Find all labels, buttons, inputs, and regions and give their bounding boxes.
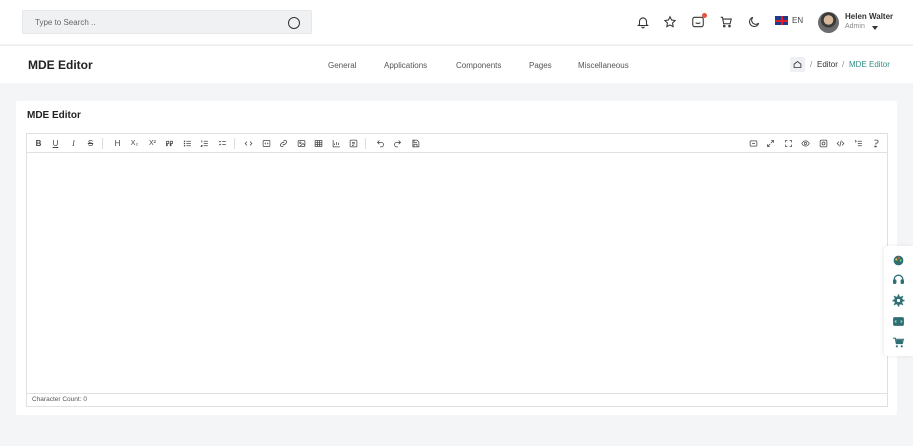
redo-button[interactable]: [392, 138, 403, 149]
character-count-label: Character Count:: [32, 396, 82, 403]
menu-item-pages[interactable]: Pages: [529, 61, 552, 70]
code-icon: [244, 141, 253, 146]
split-view-icon: [749, 140, 758, 147]
preview-mode-button[interactable]: [748, 138, 759, 149]
image-icon: [297, 140, 306, 147]
bullet-list-button[interactable]: [182, 138, 193, 149]
cart-icon[interactable]: [719, 15, 733, 29]
menu-item-general[interactable]: General: [328, 61, 356, 70]
breadcrumb-home[interactable]: [790, 57, 805, 72]
source-button[interactable]: [835, 138, 846, 149]
code-window-icon[interactable]: [892, 315, 905, 328]
table-button[interactable]: [313, 138, 324, 149]
bold-button[interactable]: B: [33, 138, 44, 149]
moon-icon[interactable]: [747, 15, 761, 29]
quote-button[interactable]: [164, 138, 175, 149]
undo-icon: [376, 140, 384, 148]
search-box[interactable]: [22, 10, 312, 34]
language-selector[interactable]: EN: [775, 16, 803, 25]
markdown-editor: B U I S H X₂ X² Character Count: 0: [26, 133, 888, 407]
search-icon[interactable]: [288, 17, 300, 29]
embed-icon: [349, 139, 358, 148]
search-input[interactable]: [35, 17, 275, 27]
superscript-button[interactable]: X²: [147, 138, 158, 149]
undo-button[interactable]: [375, 138, 386, 149]
toc-button[interactable]: [853, 138, 864, 149]
breadcrumb-parent[interactable]: Editor: [817, 60, 838, 69]
nav-bar: MDE Editor General Applications Componen…: [0, 45, 913, 83]
save-icon: [412, 139, 420, 148]
code-block-button[interactable]: [261, 138, 272, 149]
source-code-icon: [836, 140, 845, 147]
color-palette-icon[interactable]: [892, 254, 905, 267]
table-icon: [314, 140, 323, 147]
chevron-down-icon[interactable]: [872, 26, 878, 30]
toolbar-divider: [365, 138, 366, 149]
toolbar-divider: [102, 138, 103, 149]
gear-icon[interactable]: [892, 294, 905, 307]
ordered-list-icon: [200, 140, 208, 147]
chart-button[interactable]: [331, 138, 342, 149]
inline-code-button[interactable]: [243, 138, 254, 149]
italic-button[interactable]: I: [68, 138, 79, 149]
quote-icon: [166, 140, 173, 147]
theme-icon: [819, 139, 828, 148]
menu-item-applications[interactable]: Applications: [384, 61, 427, 70]
top-bar: EN Helen Walter Admin: [0, 0, 913, 44]
avatar[interactable]: [818, 12, 839, 33]
bullet-list-icon: [183, 140, 191, 147]
message-icon[interactable]: [691, 13, 707, 29]
editor-text-area[interactable]: [27, 153, 887, 393]
breadcrumb-separator: /: [810, 60, 813, 69]
toolbar-divider: [234, 138, 235, 149]
expand-icon: [767, 140, 774, 147]
chart-icon: [332, 140, 340, 148]
heading-button[interactable]: H: [112, 138, 123, 149]
user-role: Admin: [845, 23, 865, 30]
checklist-icon: [218, 140, 226, 146]
link-button[interactable]: [278, 138, 289, 149]
embed-button[interactable]: [348, 138, 359, 149]
star-icon[interactable]: [663, 15, 677, 29]
code-block-icon: [262, 140, 271, 147]
notification-badge: [702, 13, 707, 18]
character-count-value: 0: [83, 396, 87, 403]
breadcrumb-separator: /: [842, 60, 845, 69]
card-title: MDE Editor: [27, 110, 81, 121]
expand-button[interactable]: [765, 138, 776, 149]
editor-card: MDE Editor B U I S H X₂ X² Character Cou…: [16, 101, 897, 415]
underline-button[interactable]: U: [50, 138, 61, 149]
preview-button[interactable]: [800, 138, 811, 149]
menu-item-miscellaneous[interactable]: Miscellaneous: [578, 61, 629, 70]
help-button[interactable]: [870, 138, 881, 149]
theme-button[interactable]: [818, 138, 829, 149]
editor-toolbar: B U I S H X₂ X²: [27, 134, 887, 153]
image-button[interactable]: [296, 138, 307, 149]
eye-icon: [801, 140, 810, 147]
link-icon: [280, 140, 287, 147]
fullscreen-icon: [785, 140, 792, 147]
subscript-button[interactable]: X₂: [129, 138, 140, 149]
uk-flag-icon: [775, 16, 788, 25]
brand-logo[interactable]: MDE Editor: [28, 58, 93, 72]
save-button[interactable]: [410, 138, 421, 149]
editor-status-bar: Character Count: 0: [27, 393, 887, 406]
task-list-button[interactable]: [217, 138, 228, 149]
bell-icon[interactable]: [636, 15, 650, 29]
strikethrough-button[interactable]: S: [85, 138, 96, 149]
language-label: EN: [792, 16, 804, 25]
user-name[interactable]: Helen Walter: [845, 12, 893, 21]
home-icon: [793, 60, 802, 68]
headset-icon[interactable]: [892, 273, 905, 286]
side-panel: [884, 246, 913, 356]
breadcrumb-current: MDE Editor: [849, 60, 890, 69]
menu-item-components[interactable]: Components: [456, 61, 501, 70]
toc-icon: [854, 139, 862, 147]
shopping-cart-icon[interactable]: [892, 336, 905, 349]
ordered-list-button[interactable]: [199, 138, 210, 149]
help-icon: [874, 139, 879, 148]
redo-icon: [394, 140, 402, 148]
fullscreen-button[interactable]: [783, 138, 794, 149]
